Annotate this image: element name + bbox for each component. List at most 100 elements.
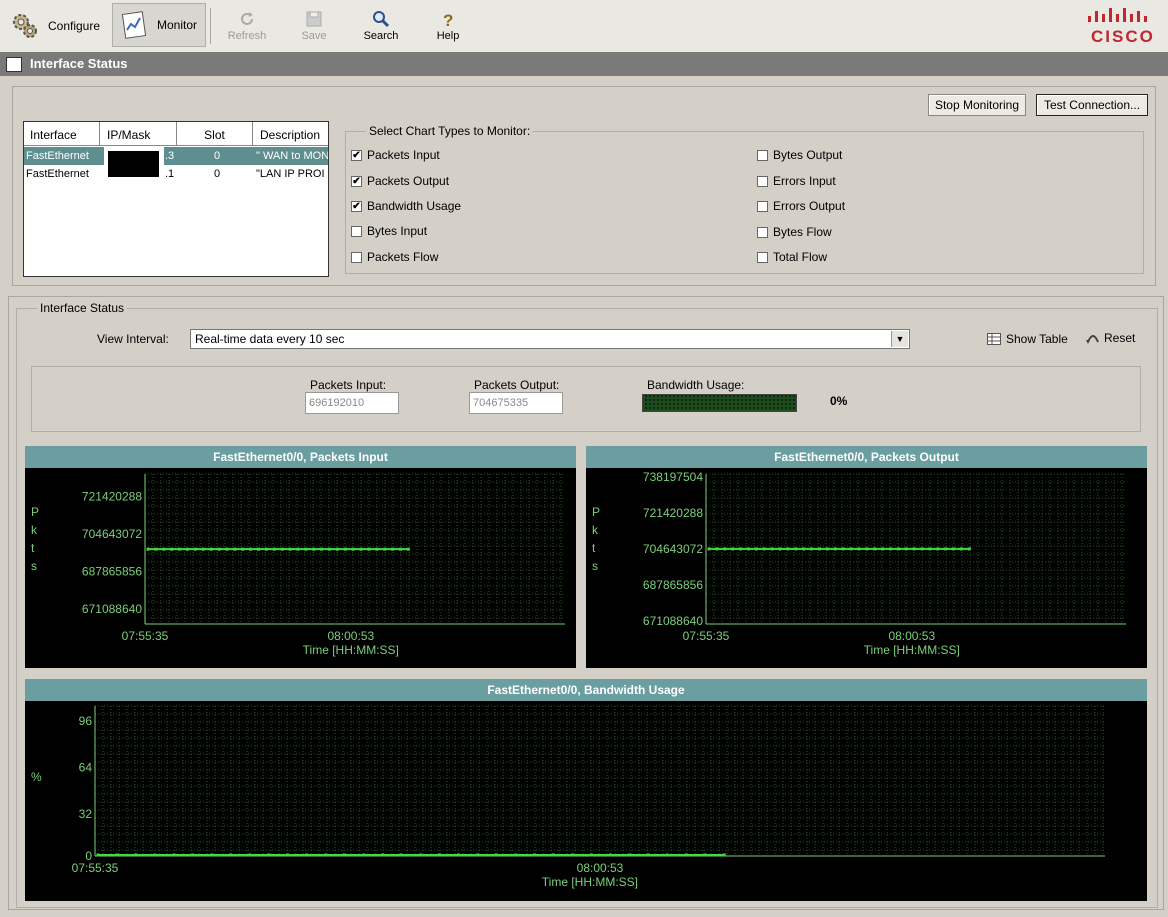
data-point [399, 547, 403, 551]
help-button[interactable]: ? Help [422, 6, 474, 46]
checkbox-total-flow[interactable]: Total Flow [757, 250, 827, 264]
data-point [936, 547, 940, 551]
checkbox-label: Bytes Flow [773, 225, 832, 239]
x-axis-label: Time [HH:MM:SS] [542, 875, 638, 889]
data-point [570, 853, 574, 857]
help-question-icon: ? [443, 11, 453, 28]
data-point [912, 547, 916, 551]
bandwidth-usage-plot: 9664320%07:55:35 08:00:53Time [HH:MM:SS] [31, 705, 1105, 889]
checkbox-box [757, 200, 768, 212]
data-point [225, 547, 229, 551]
data-point [233, 547, 237, 551]
checkbox-box [351, 225, 362, 237]
data-point [146, 547, 150, 551]
data-point [723, 547, 727, 551]
packets-output-field: 704675335 [469, 392, 563, 414]
data-point [191, 853, 195, 857]
checkbox-label: Errors Input [773, 174, 836, 188]
data-point [608, 853, 612, 857]
view-interval-value: Real-time data every 10 sec [195, 332, 345, 346]
view-interval-select[interactable]: Real-time data every 10 sec ▼ [190, 329, 910, 349]
checkbox-bytes-input[interactable]: Bytes Input [351, 224, 427, 238]
data-point [343, 547, 347, 551]
packets-output-plot: 738197504 721420288 704643072 687865856 6710… [592, 470, 1126, 657]
data-point [362, 853, 366, 857]
data-point [185, 547, 189, 551]
bandwidth-usage-meter [642, 394, 797, 412]
cell-description: " WAN to MON [256, 150, 329, 162]
data-point [351, 547, 355, 551]
data-point [280, 547, 284, 551]
monitor-button[interactable]: Monitor [112, 3, 206, 47]
chart-types-legend: Select Chart Types to Monitor: [369, 124, 531, 138]
data-point [304, 547, 308, 551]
bandwidth-usage-percent: 0% [830, 394, 848, 408]
save-button[interactable]: Save [288, 6, 340, 46]
checkbox-box: ✔ [351, 200, 362, 212]
x-tick-label: 08:00:53 [888, 629, 935, 643]
checkbox-packets-flow[interactable]: Packets Flow [351, 250, 438, 264]
data-point [722, 853, 726, 857]
data-point [241, 547, 245, 551]
reset-button[interactable]: Reset [1086, 331, 1135, 345]
cell-ip-suffix: .1 [165, 168, 175, 180]
checkbox-packets-input[interactable]: ✔ Packets Input [351, 148, 440, 162]
data-point [264, 547, 268, 551]
checkbox-errors-input[interactable]: Errors Input [757, 174, 836, 188]
cell-slot: 0 [214, 168, 221, 180]
y-tick-label: 64 [79, 761, 93, 775]
window-title-bar: Interface Status [0, 52, 1168, 76]
data-point [400, 853, 404, 857]
data-point [162, 547, 166, 551]
column-header-description[interactable]: Description [253, 122, 328, 146]
show-table-label: Show Table [1006, 332, 1068, 346]
checkbox-bytes-output[interactable]: Bytes Output [757, 148, 842, 162]
refresh-button[interactable]: Refresh [218, 6, 276, 46]
column-header-interface[interactable]: Interface [24, 122, 100, 146]
test-connection-button[interactable]: Test Connection... [1036, 94, 1148, 116]
checkbox-box [757, 149, 768, 161]
chevron-down-icon[interactable]: ▼ [891, 331, 908, 347]
stop-monitoring-button[interactable]: Stop Monitoring [928, 94, 1026, 116]
checkbox-errors-output[interactable]: Errors Output [757, 199, 845, 213]
data-point [551, 853, 555, 857]
column-header-ip-mask[interactable]: IP/Mask [100, 122, 177, 146]
data-point [967, 547, 971, 551]
y-tick-label: 32 [79, 807, 93, 821]
y-axis-label: t [592, 541, 596, 555]
checkbox-box [757, 226, 768, 238]
y-tick-label: 671088640 [643, 614, 703, 628]
data-point [627, 853, 631, 857]
y-axis-label: P [31, 505, 39, 519]
search-button[interactable]: Search [354, 6, 408, 46]
show-table-button[interactable]: Show Table [987, 332, 1068, 346]
data-point [210, 853, 214, 857]
data-point [532, 853, 536, 857]
checkbox-bandwidth-usage[interactable]: ✔ Bandwidth Usage [351, 199, 461, 213]
data-point [375, 547, 379, 551]
data-point [406, 547, 410, 551]
data-point [896, 547, 900, 551]
column-header-slot[interactable]: Slot [177, 122, 253, 146]
view-interval-label: View Interval: [97, 332, 169, 346]
data-point [391, 547, 395, 551]
y-axis-label: k [31, 523, 38, 537]
table-row[interactable]: FastEthernet .3 0 " WAN to MON [24, 147, 329, 165]
data-point [438, 853, 442, 857]
data-point [739, 547, 743, 551]
data-point [256, 547, 260, 551]
data-point [419, 853, 423, 857]
data-point [770, 547, 774, 551]
cell-interface: FastEthernet [26, 168, 89, 180]
table-row[interactable]: FastEthernet .1 0 "LAN IP PROI [24, 165, 328, 183]
y-tick-label: 687865856 [82, 565, 142, 579]
configure-button[interactable]: Configure [6, 6, 104, 46]
data-point [286, 853, 290, 857]
data-point [209, 547, 213, 551]
x-tick-label: 08:00:53 [577, 861, 624, 875]
checkbox-packets-output[interactable]: ✔ Packets Output [351, 174, 449, 188]
data-point [715, 547, 719, 551]
data-point [754, 547, 758, 551]
checkbox-bytes-flow[interactable]: Bytes Flow [757, 225, 832, 239]
packets-output-chart: FastEthernet0/0, Packets Output 73819750… [586, 446, 1147, 668]
